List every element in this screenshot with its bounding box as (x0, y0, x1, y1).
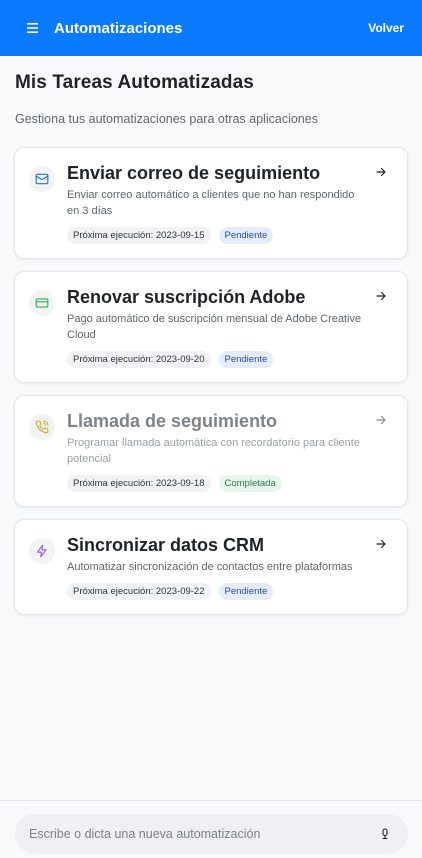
next-run-chip: Próxima ejecución: 2023-09-20 (67, 351, 211, 368)
task-card[interactable]: Renovar suscripción Adobe Pago automátic… (14, 271, 408, 383)
status-badge: Pendiente (218, 583, 274, 600)
main-content: Mis Tareas Automatizadas Gestiona tus au… (0, 72, 422, 615)
phone-call-icon (29, 414, 55, 440)
arrow-right-icon[interactable] (375, 414, 387, 426)
app-title: Automatizaciones (54, 19, 183, 37)
new-automation-input[interactable] (29, 827, 376, 841)
task-list: Enviar correo de seguimiento Enviar corr… (14, 147, 408, 615)
new-automation-field[interactable] (15, 814, 408, 854)
arrow-right-icon[interactable] (375, 538, 387, 550)
task-card[interactable]: Sincronizar datos CRM Automatizar sincro… (14, 519, 408, 615)
status-badge: Pendiente (218, 351, 274, 368)
arrow-right-icon[interactable] (375, 166, 387, 178)
microphone-icon[interactable] (376, 825, 394, 843)
task-description: Automatizar sincronización de contactos … (67, 561, 353, 573)
top-app-bar: Automatizaciones Volver (0, 0, 422, 56)
task-title: Renovar suscripción Adobe (67, 287, 306, 307)
arrow-right-icon[interactable] (375, 290, 387, 302)
status-badge: Pendiente (218, 227, 274, 244)
hamburger-menu-icon[interactable] (22, 18, 42, 38)
task-description: Enviar correo automático a clientes que … (67, 189, 355, 217)
task-card[interactable]: Llamada de seguimiento Programar llamada… (14, 395, 408, 507)
task-card[interactable]: Enviar correo de seguimiento Enviar corr… (14, 147, 408, 259)
task-description: Pago automático de suscripción mensual d… (67, 313, 362, 341)
page-subtitle: Gestiona tus automatizaciones para otras… (15, 112, 318, 126)
next-run-chip: Próxima ejecución: 2023-09-15 (67, 227, 211, 244)
credit-card-icon (29, 290, 55, 316)
mail-icon (29, 166, 55, 192)
back-button[interactable]: Volver (366, 17, 406, 39)
status-badge: Completada (218, 475, 282, 492)
task-title: Enviar correo de seguimiento (67, 163, 321, 183)
task-description: Programar llamada automática con recorda… (67, 437, 360, 465)
next-run-chip: Próxima ejecución: 2023-09-18 (67, 475, 211, 492)
page-title: Mis Tareas Automatizadas (15, 72, 254, 93)
task-title: Llamada de seguimiento (67, 411, 278, 431)
task-title: Sincronizar datos CRM (67, 535, 265, 555)
composer-bar (0, 800, 422, 858)
lightning-icon (29, 538, 55, 564)
next-run-chip: Próxima ejecución: 2023-09-22 (67, 583, 211, 600)
